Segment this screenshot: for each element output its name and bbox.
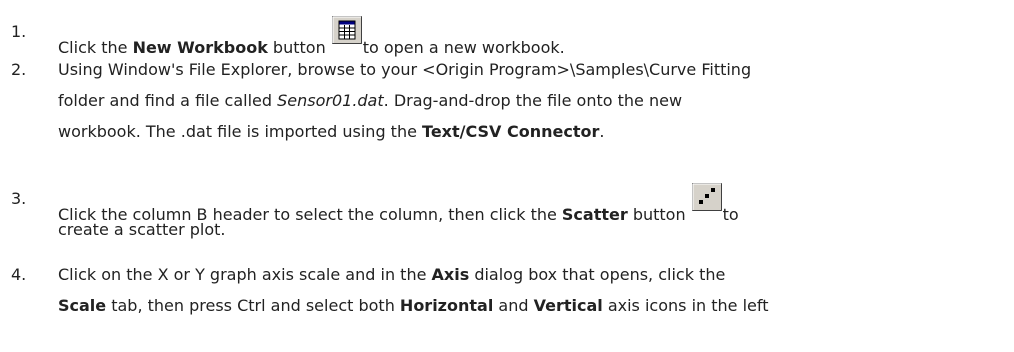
instruction-list: 1. Click the New Workbook button to open … — [0, 0, 1014, 352]
text-run: Click on the X or Y graph axis scale and… — [58, 265, 432, 284]
text-run: folder and find a file called — [58, 91, 278, 110]
step-2-line-2: folder and find a file called Sensor01.d… — [58, 85, 682, 116]
step-number: 3. — [11, 189, 27, 208]
step-number: 2. — [11, 60, 27, 79]
new-workbook-icon[interactable] — [331, 16, 362, 44]
text-run: and — [493, 296, 534, 315]
italic-term: Sensor01.dat — [277, 91, 384, 110]
step-2-line-1: Using Window's File Explorer, browse to … — [58, 54, 751, 85]
text-run: dialog box that opens, click the — [469, 265, 726, 284]
bold-term: Axis — [431, 265, 470, 284]
text-run: axis icons in the left — [602, 296, 769, 315]
text-run: Using Window's File Explorer, browse to … — [58, 60, 752, 79]
step-4-line-1: Click on the X or Y graph axis scale and… — [58, 259, 725, 290]
bold-term: Horizontal — [399, 296, 494, 315]
scatter-plot-icon[interactable] — [691, 183, 722, 211]
bold-term: Text/CSV Connector — [422, 122, 600, 141]
text-run: tab, then press Ctrl and select both — [106, 296, 400, 315]
text-run: to — [722, 205, 739, 224]
text-run: create a scatter plot. — [58, 220, 226, 239]
bold-term: Scale — [58, 296, 107, 315]
step-2-line-3: workbook. The .dat file is imported usin… — [58, 116, 604, 147]
text-run: button — [627, 205, 686, 224]
step-3-line-2: create a scatter plot. — [58, 214, 226, 245]
step-number: 4. — [11, 265, 27, 284]
bold-term: Vertical — [533, 296, 603, 315]
text-run: workbook. The .dat file is imported usin… — [58, 122, 423, 141]
bold-term: Scatter — [561, 205, 628, 224]
text-run: . Drag-and-drop the file onto the new — [383, 91, 683, 110]
step-4-line-2: Scale tab, then press Ctrl and select bo… — [58, 290, 769, 321]
step-number: 1. — [11, 22, 27, 41]
text-run: . — [599, 122, 605, 141]
